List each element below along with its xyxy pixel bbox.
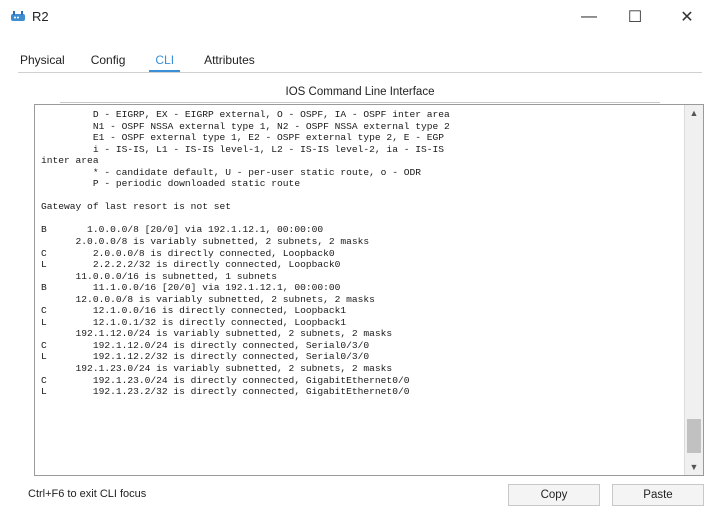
terminal-line: 192.1.23.0/24 is variably subnetted, 2 s… [41, 363, 393, 375]
panel-title-divider [60, 102, 660, 103]
cli-focus-hint: Ctrl+F6 to exit CLI focus [28, 488, 147, 500]
terminal-line: P - periodic downloaded static route [41, 178, 301, 190]
router-app-icon [11, 11, 25, 21]
tab-divider [18, 72, 702, 73]
maximize-button[interactable]: ☐ [612, 0, 658, 34]
terminal-line: Gateway of last resort is not set [41, 201, 231, 213]
terminal-line: L 192.1.23.2/32 is directly connected, G… [41, 386, 410, 398]
terminal-line: i - IS-IS, L1 - IS-IS level-1, L2 - IS-I… [41, 143, 445, 155]
tab-cli[interactable]: CLI [149, 50, 181, 72]
window-title: R2 [32, 9, 49, 24]
terminal-line: 12.0.0.0/8 is variably subnetted, 2 subn… [41, 293, 375, 305]
paste-button[interactable]: Paste [612, 484, 704, 506]
terminal-line: L 192.1.12.2/32 is directly connected, S… [41, 351, 370, 363]
tab-attributes[interactable]: Attributes [202, 50, 257, 70]
copy-button[interactable]: Copy [508, 484, 600, 506]
terminal-line: L 12.1.0.1/32 is directly connected, Loo… [41, 316, 347, 328]
close-button[interactable]: ✕ [664, 0, 710, 34]
terminal-line: 2.0.0.0/8 is variably subnetted, 2 subne… [41, 236, 370, 248]
terminal-line: B 1.0.0.0/8 [20/0] via 192.1.12.1, 00:00… [41, 224, 324, 236]
terminal-line: inter area [41, 155, 99, 167]
terminal-line: C 192.1.23.0/24 is directly connected, G… [41, 374, 410, 386]
terminal-line: * - candidate default, U - per-user stat… [41, 166, 421, 178]
scroll-up-icon[interactable]: ▲ [685, 105, 703, 121]
terminal-line: C 12.1.0.0/16 is directly connected, Loo… [41, 305, 347, 317]
cli-terminal[interactable]: D - EIGRP, EX - EIGRP external, O - OSPF… [34, 104, 704, 476]
scroll-down-icon[interactable]: ▼ [685, 459, 703, 475]
terminal-line: E1 - OSPF external type 1, E2 - OSPF ext… [41, 132, 445, 144]
terminal-line: C 2.0.0.0/8 is directly connected, Loopb… [41, 247, 335, 259]
panel-title: IOS Command Line Interface [285, 86, 435, 98]
tab-bar: Physical Config CLI Attributes [18, 50, 279, 72]
terminal-line: D - EIGRP, EX - EIGRP external, O - OSPF… [41, 109, 450, 120]
terminal-line: C 192.1.12.0/24 is directly connected, S… [41, 339, 370, 351]
terminal-line: L 2.2.2.2/32 is directly connected, Loop… [41, 259, 341, 271]
terminal-line: B 11.1.0.0/16 [20/0] via 192.1.12.1, 00:… [41, 282, 341, 294]
terminal-line: 192.1.12.0/24 is variably subnetted, 2 s… [41, 328, 393, 340]
vertical-scrollbar[interactable]: ▲ ▼ [684, 105, 703, 475]
tab-config[interactable]: Config [89, 50, 128, 70]
title-bar: R2 — ☐ ✕ [0, 0, 715, 34]
tab-physical[interactable]: Physical [18, 50, 67, 70]
terminal-line: N1 - OSPF NSSA external type 1, N2 - OSP… [41, 120, 450, 132]
terminal-line: 11.0.0.0/16 is subnetted, 1 subnets [41, 270, 278, 282]
minimize-button[interactable]: — [566, 0, 612, 34]
terminal-output: D - EIGRP, EX - EIGRP external, O - OSPF… [41, 109, 681, 398]
scroll-thumb[interactable] [687, 419, 701, 453]
